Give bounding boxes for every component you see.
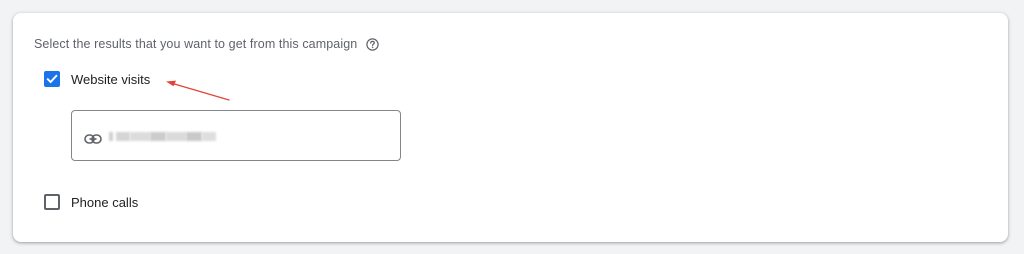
blur-block <box>166 132 186 141</box>
campaign-goals-card: Select the results that you want to get … <box>13 13 1008 242</box>
blur-block <box>130 132 150 141</box>
prompt-text: Select the results that you want to get … <box>34 37 358 51</box>
results-prompt: Select the results that you want to get … <box>34 37 380 51</box>
blur-block <box>150 132 166 141</box>
option-phone-calls[interactable]: Phone calls <box>44 194 138 210</box>
phone-calls-checkbox[interactable] <box>44 194 60 210</box>
link-icon <box>84 131 102 144</box>
checkmark-icon <box>46 74 58 84</box>
blur-block <box>109 132 113 141</box>
blur-block <box>116 132 130 141</box>
phone-calls-label: Phone calls <box>71 194 139 210</box>
website-visits-label: Website visits <box>71 71 151 87</box>
website-url-value-obscured[interactable] <box>109 130 216 141</box>
option-website-visits[interactable]: Website visits <box>44 71 150 87</box>
website-visits-checkbox[interactable] <box>44 71 60 87</box>
help-circle-icon[interactable] <box>366 37 380 51</box>
blur-block <box>186 132 202 141</box>
website-url-input[interactable] <box>71 110 401 161</box>
blur-block <box>202 132 216 141</box>
